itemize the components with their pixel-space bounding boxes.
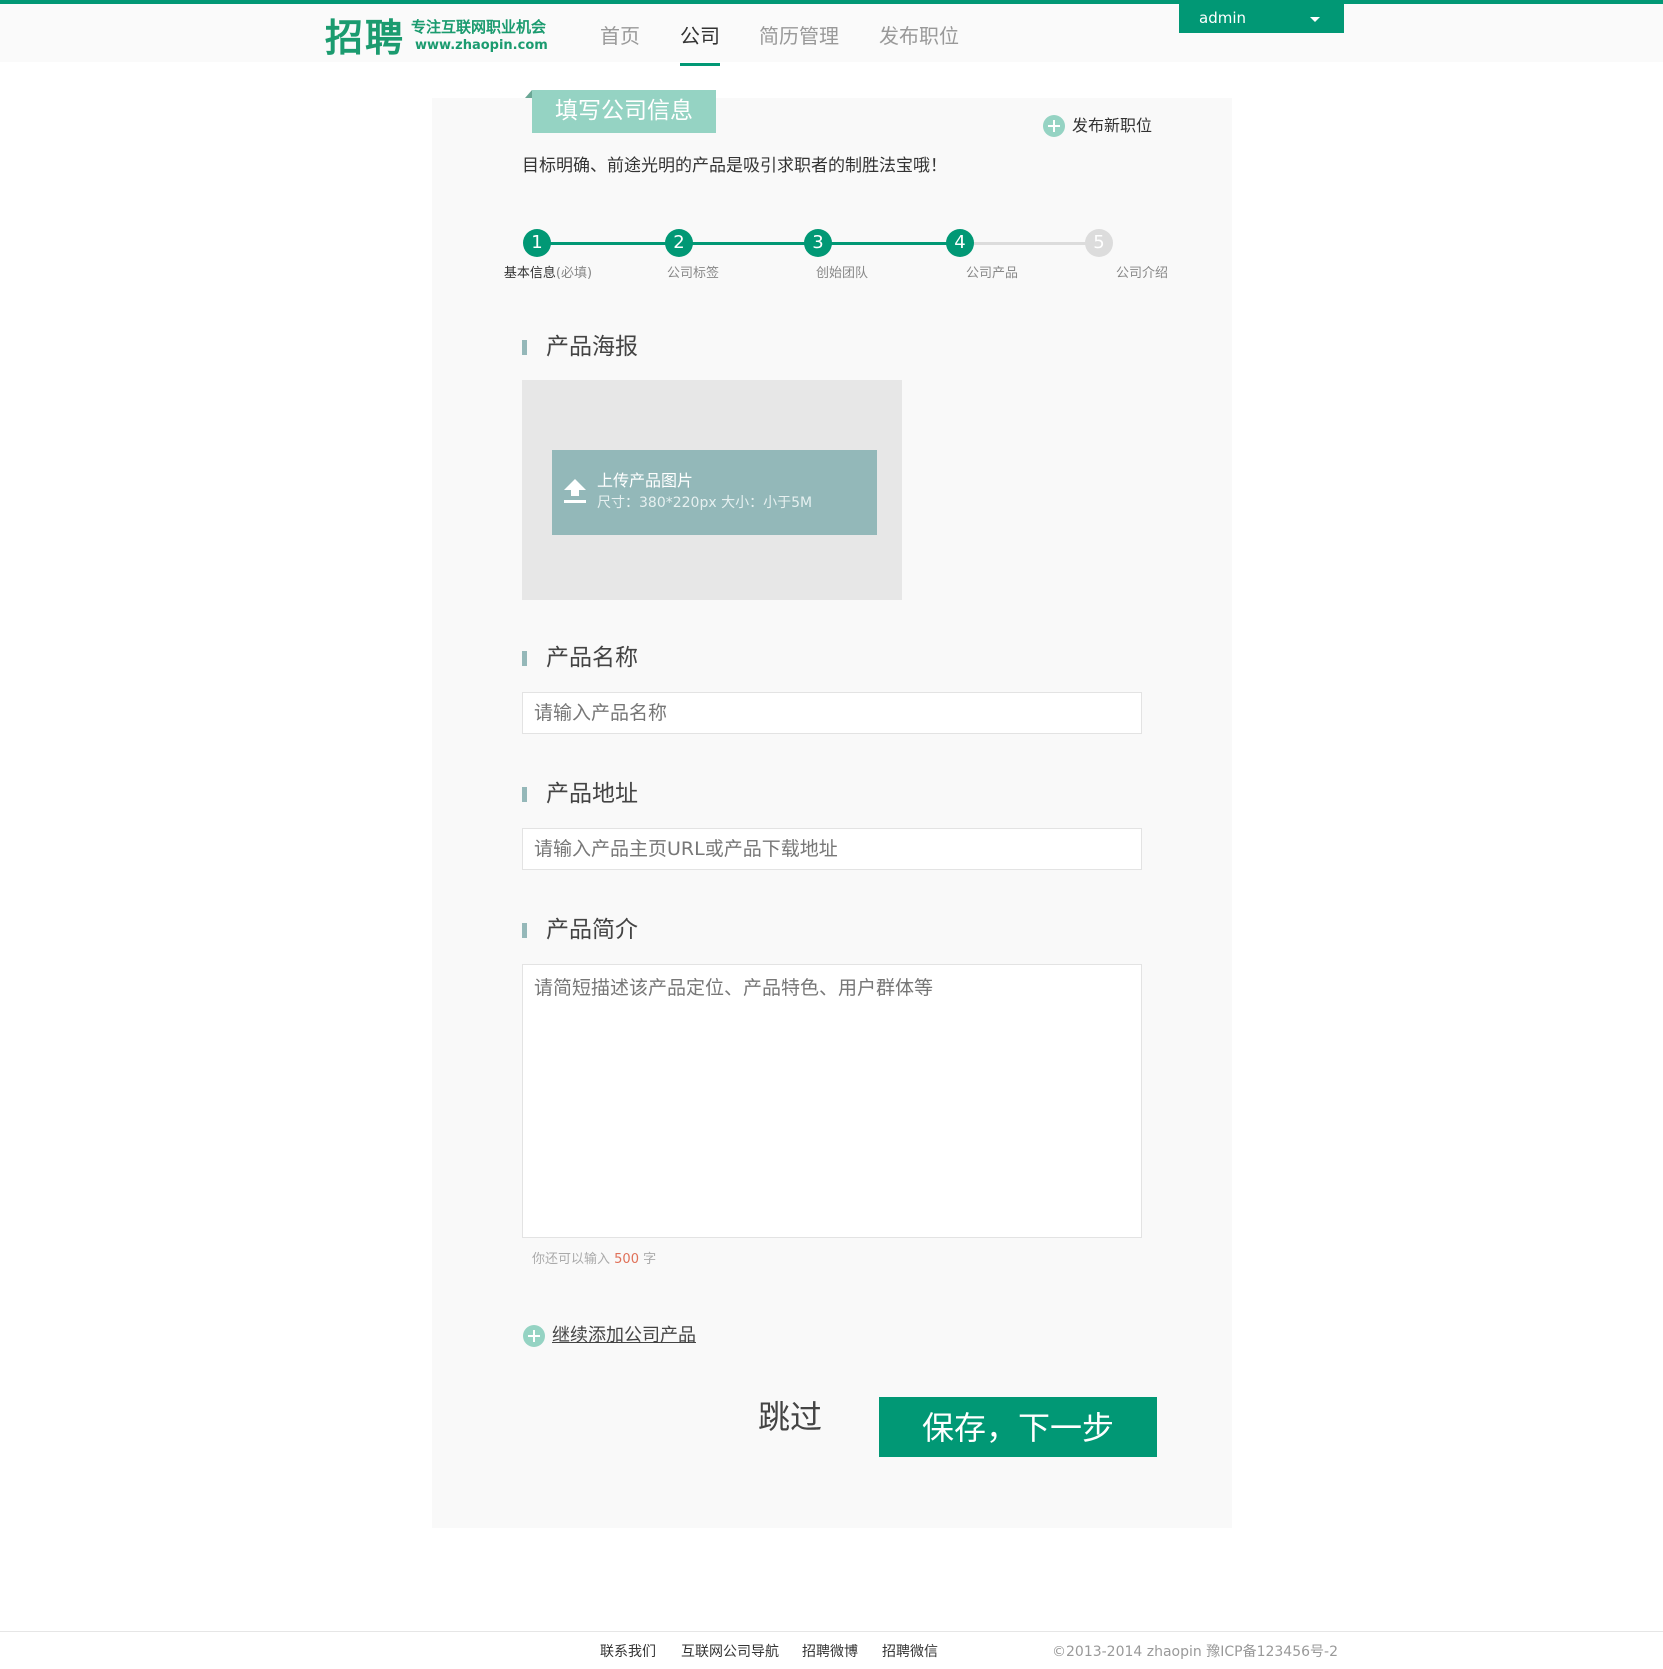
poster-title-text: 产品海报: [546, 334, 638, 360]
skip-button[interactable]: 跳过: [750, 1395, 830, 1439]
footer-link-wechat[interactable]: 招聘微信: [882, 1643, 938, 1661]
step-2-label: 公司标签: [666, 266, 720, 281]
footer-link-weibo[interactable]: 招聘微博: [802, 1643, 858, 1661]
upload-label: 上传产品图片: [597, 471, 694, 490]
upload-icon: [564, 479, 586, 503]
logo-tagline: 专注互联网职业机会: [411, 18, 547, 36]
poster-upload-area: 上传产品图片 尺寸：380*220px 大小：小于5M: [522, 380, 902, 600]
footer: 联系我们 互联网公司导航 招聘微博 招聘微信 ©2013-2014 zhaopi…: [0, 1631, 1663, 1669]
chevron-down-icon: [1310, 17, 1320, 22]
plus-circle-icon: [523, 1325, 545, 1347]
char-counter: 你还可以输入 500 字: [532, 1251, 656, 1268]
section-marker: [522, 651, 527, 666]
company-form-panel: 填写公司信息 发布新职位 目标明确、前途光明的产品是吸引求职者的制胜法宝哦！ 1…: [432, 90, 1232, 1528]
section-marker: [522, 787, 527, 802]
step-2-circle[interactable]: 2: [665, 229, 693, 257]
title-tab-fold: [525, 90, 532, 98]
progress-steps: 1 2 3 4 5 基本信息(必填) 公司标签 创始团队 公司产品 公司介绍: [432, 228, 1232, 288]
logo-url: www.zhaopin.com: [415, 38, 548, 53]
step-3-label: 创始团队: [815, 266, 869, 281]
save-next-button[interactable]: 保存，下一步: [879, 1397, 1157, 1457]
product-intro-textarea[interactable]: [522, 964, 1142, 1238]
user-name: admin: [1199, 9, 1246, 27]
product-address-title-text: 产品地址: [546, 781, 638, 807]
page-title: 填写公司信息: [532, 90, 716, 133]
step-4-label: 公司产品: [965, 266, 1019, 281]
footer-copyright: ©2013-2014 zhaopin 豫ICP备123456号-2: [1052, 1644, 1338, 1660]
nav-resume[interactable]: 简历管理: [759, 8, 839, 64]
footer-link-nav[interactable]: 互联网公司导航: [681, 1643, 779, 1661]
nav-post-job[interactable]: 发布职位: [879, 8, 959, 64]
product-address-input[interactable]: [522, 828, 1142, 870]
upload-image-button[interactable]: 上传产品图片 尺寸：380*220px 大小：小于5M: [552, 450, 877, 535]
step-4-circle[interactable]: 4: [946, 229, 974, 257]
counter-suffix: 字: [643, 1252, 657, 1267]
counter-prefix: 你还可以输入: [532, 1252, 611, 1267]
step-3-circle[interactable]: 3: [804, 229, 832, 257]
step-1-circle[interactable]: 1: [523, 229, 551, 257]
nav-company[interactable]: 公司: [680, 8, 720, 66]
step-5-label: 公司介绍: [1115, 266, 1169, 281]
logo-text: 招聘: [325, 16, 406, 60]
intro-text: 目标明确、前途光明的产品是吸引求职者的制胜法宝哦！: [522, 156, 947, 176]
step-5-circle[interactable]: 5: [1085, 229, 1113, 257]
user-menu[interactable]: admin: [1179, 4, 1344, 33]
product-intro-title-text: 产品简介: [546, 917, 638, 943]
nav-home[interactable]: 首页: [600, 8, 640, 64]
section-marker: [522, 340, 527, 355]
plus-circle-icon: [1043, 115, 1065, 137]
add-job-label: 发布新职位: [1072, 116, 1153, 135]
add-more-label: 继续添加公司产品: [552, 1325, 696, 1346]
product-name-title-text: 产品名称: [546, 645, 638, 671]
step-1-required-note: (必填): [555, 266, 593, 281]
step-1-label: 基本信息(必填): [504, 265, 592, 282]
header: 招聘 专注互联网职业机会 www.zhaopin.com 首页 公司 简历管理 …: [0, 4, 1663, 66]
step-connector: [817, 242, 967, 245]
footer-link-contact[interactable]: 联系我们: [600, 1643, 656, 1661]
section-marker: [522, 923, 527, 938]
step-1-label-text: 基本信息: [503, 266, 556, 281]
counter-number: 500: [614, 1252, 639, 1267]
upload-hint: 尺寸：380*220px 大小：小于5M: [597, 495, 813, 511]
product-name-input[interactable]: [522, 692, 1142, 734]
